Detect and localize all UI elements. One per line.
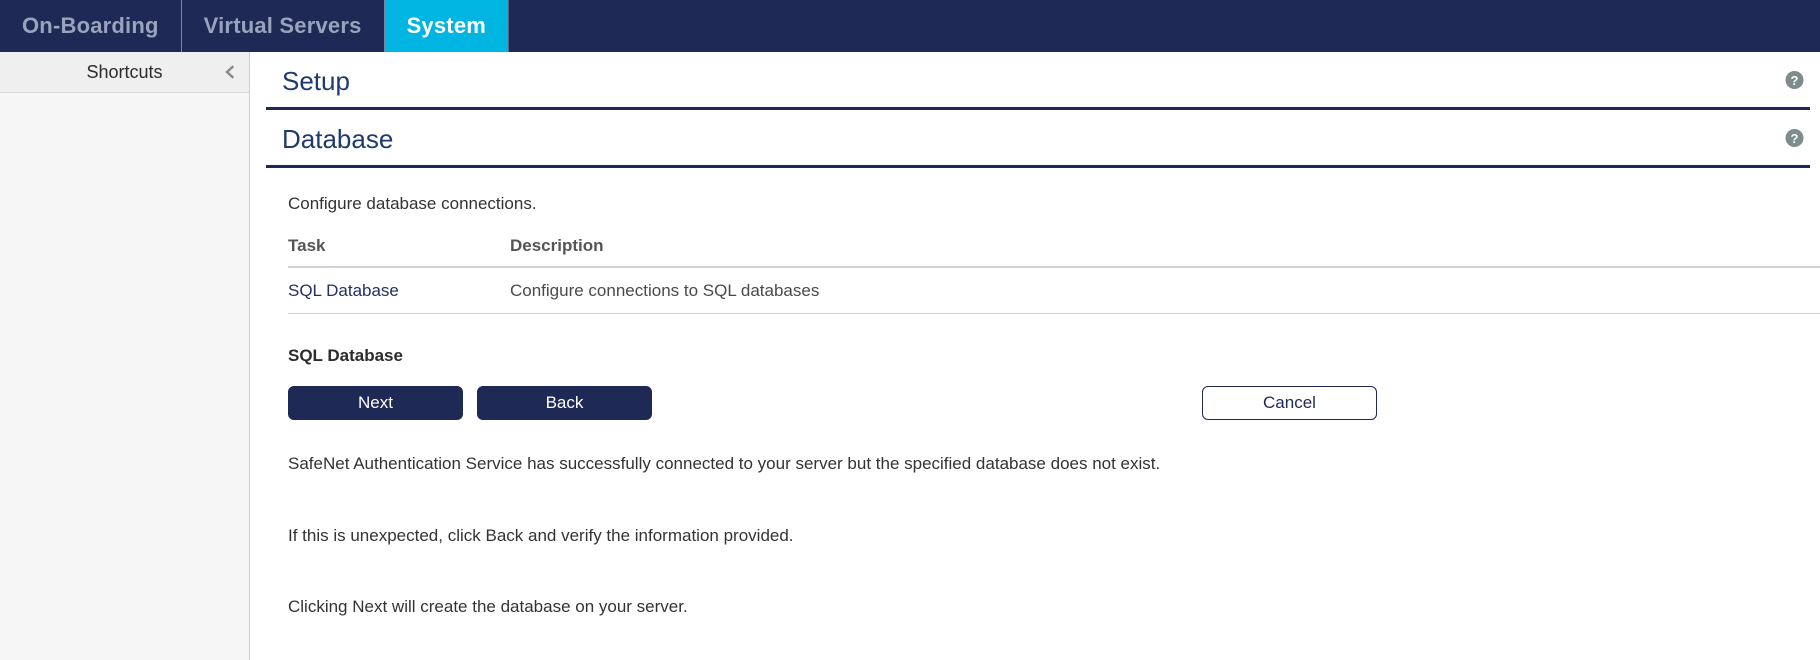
table-row: SQL Database Configure connections to SQ…: [288, 267, 1820, 314]
intro-description: Configure database connections.: [288, 194, 1810, 214]
database-section-header: Database ?: [266, 110, 1810, 168]
nav-empty-space: [509, 0, 1820, 52]
page-body: Shortcuts Setup ? Database: [0, 52, 1820, 660]
help-circle-icon[interactable]: ?: [1785, 128, 1804, 147]
task-link-sql-database[interactable]: SQL Database: [288, 281, 399, 300]
chevron-left-icon[interactable]: [223, 65, 237, 79]
setup-section-header: Setup ?: [266, 52, 1810, 110]
nav-tab-label: On-Boarding: [22, 13, 159, 39]
nav-tab-label: System: [407, 13, 486, 39]
column-header-description: Description: [510, 232, 1820, 267]
cancel-button[interactable]: Cancel: [1202, 386, 1377, 420]
svg-text:?: ?: [1791, 130, 1799, 145]
column-header-task: Task: [288, 232, 510, 267]
nav-tab-on-boarding[interactable]: On-Boarding: [0, 0, 182, 52]
nav-tab-virtual-servers[interactable]: Virtual Servers: [182, 0, 385, 52]
nav-tab-label: Virtual Servers: [204, 13, 362, 39]
sidebar-content-area: [0, 93, 249, 660]
database-content: Configure database connections. Task Des…: [266, 194, 1820, 617]
status-message-connection: SafeNet Authentication Service has succe…: [288, 454, 1810, 474]
back-button[interactable]: Back: [477, 386, 652, 420]
status-message-unexpected: If this is unexpected, click Back and ve…: [288, 526, 1810, 546]
action-button-row: Next Back Cancel: [288, 386, 1820, 420]
sql-database-subtitle: SQL Database: [288, 346, 1810, 366]
sidebar-shortcuts-header: Shortcuts: [0, 52, 249, 93]
sidebar: Shortcuts: [0, 52, 250, 660]
table-cell-task: SQL Database: [288, 267, 510, 314]
section-title: Database: [282, 124, 393, 154]
svg-text:?: ?: [1791, 72, 1799, 87]
help-circle-icon[interactable]: ?: [1785, 70, 1804, 89]
table-cell-description: Configure connections to SQL databases: [510, 267, 1820, 314]
main-content: Setup ? Database ? Configure database co…: [250, 52, 1820, 660]
sidebar-shortcuts-label: Shortcuts: [86, 62, 162, 83]
page-title: Setup: [282, 66, 350, 96]
top-navigation-bar: On-Boarding Virtual Servers System: [0, 0, 1820, 52]
table-header-row: Task Description: [288, 232, 1820, 267]
nav-tab-system[interactable]: System: [385, 0, 509, 52]
status-message-next-action: Clicking Next will create the database o…: [288, 597, 1810, 617]
task-table: Task Description SQL Database Configure …: [288, 232, 1820, 314]
next-button[interactable]: Next: [288, 386, 463, 420]
